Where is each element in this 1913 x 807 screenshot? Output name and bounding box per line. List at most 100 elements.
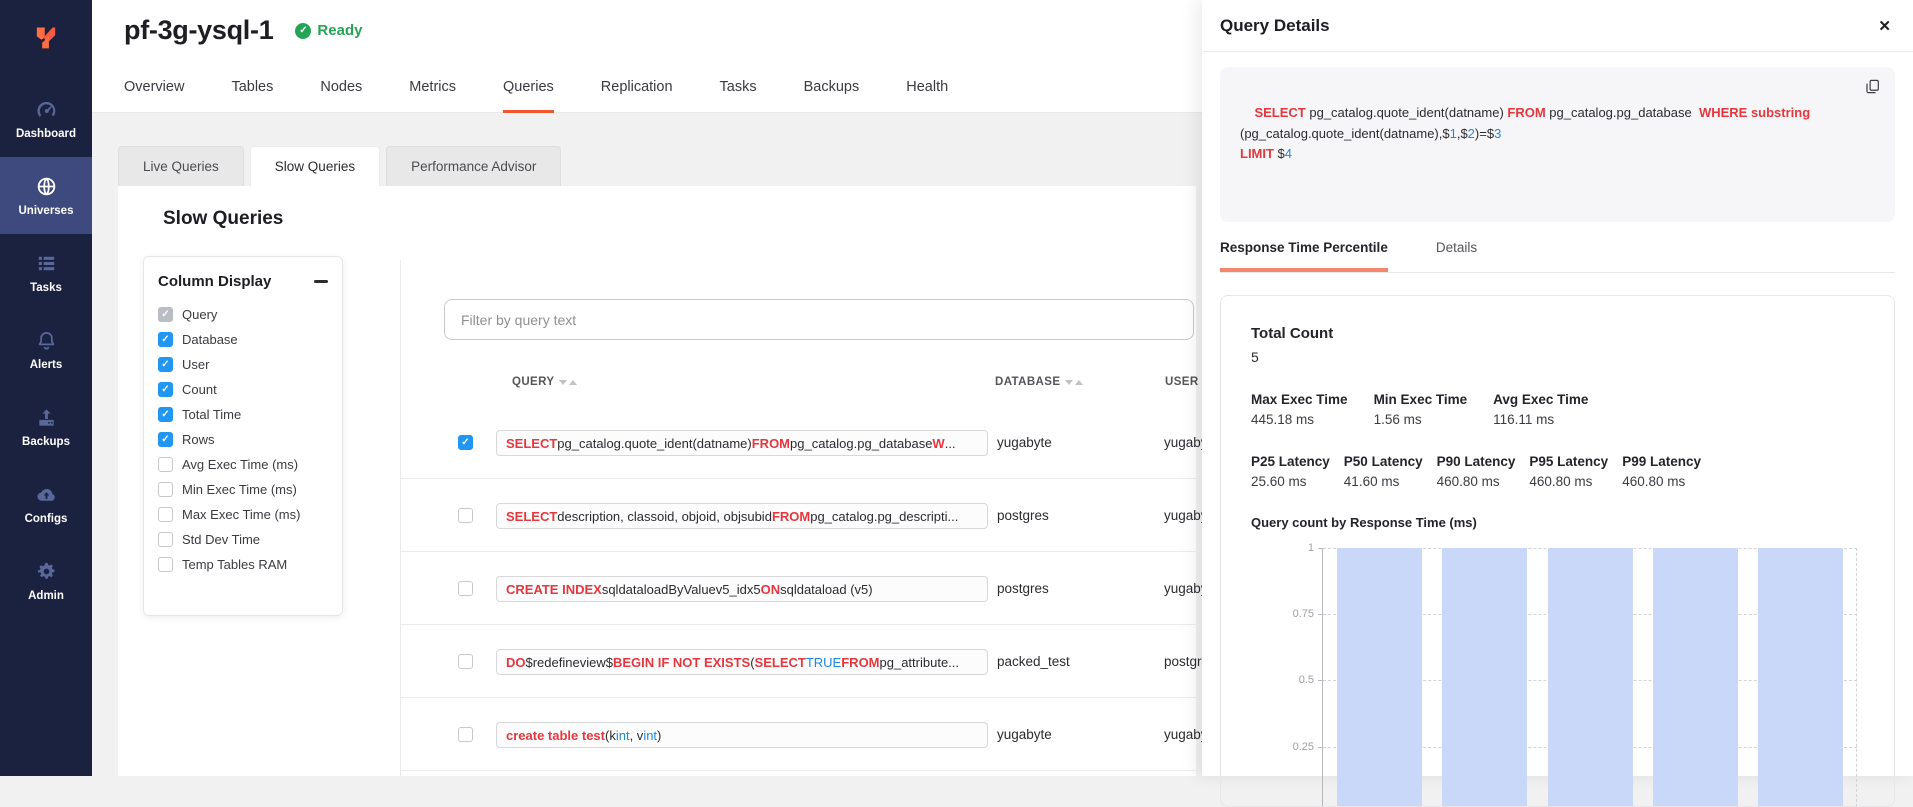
- tab-overview[interactable]: Overview: [124, 79, 184, 113]
- query-token: pg_catalog.pg_descripti...: [810, 509, 958, 524]
- column-option-label: Min Exec Time (ms): [182, 482, 297, 497]
- checkbox-icon[interactable]: [158, 557, 173, 572]
- checkbox-icon[interactable]: [158, 457, 173, 472]
- table-header: QUERY DATABASE USER: [118, 376, 1196, 396]
- column-option-temp-tables-ram[interactable]: Temp Tables RAM: [158, 552, 328, 577]
- backups-upload-icon: [35, 406, 58, 429]
- queries-sub-tabs: Live QueriesSlow QueriesPerformance Advi…: [118, 146, 567, 186]
- sidebar-item-label: Tasks: [30, 282, 62, 294]
- table-row[interactable]: SELECT description, classoid, objoid, ob…: [400, 479, 1196, 552]
- checkbox-icon[interactable]: [158, 507, 173, 522]
- latency-stats: P25 Latency25.60 msP50 Latency41.60 msP9…: [1251, 454, 1864, 489]
- sub-tab-performance-advisor[interactable]: Performance Advisor: [386, 146, 561, 186]
- row-checkbox[interactable]: [458, 435, 473, 450]
- tab-queries[interactable]: Queries: [503, 79, 554, 113]
- checkbox-icon[interactable]: [158, 307, 173, 322]
- query-text-pill[interactable]: create table test(k int, v int): [496, 722, 988, 748]
- checkbox-icon[interactable]: [158, 332, 173, 347]
- sql-token: 4: [1285, 146, 1292, 161]
- minus-icon[interactable]: [314, 280, 328, 283]
- column-option-avg-exec-time-ms[interactable]: Avg Exec Time (ms): [158, 452, 328, 477]
- query-token: FROM: [841, 655, 879, 670]
- column-option-rows[interactable]: Rows: [158, 427, 328, 452]
- query-text-pill[interactable]: SELECT description, classoid, objoid, ob…: [496, 503, 988, 529]
- tab-replication[interactable]: Replication: [601, 79, 673, 113]
- row-checkbox[interactable]: [458, 581, 473, 596]
- tab-nodes[interactable]: Nodes: [320, 79, 362, 113]
- sidebar-item-alerts[interactable]: Alerts: [0, 311, 92, 388]
- sql-token: LIMIT: [1240, 146, 1278, 161]
- checkbox-icon[interactable]: [158, 482, 173, 497]
- dashboard-gauge-icon: [35, 98, 58, 121]
- stat-label: P50 Latency: [1344, 454, 1423, 469]
- close-icon[interactable]: [1878, 17, 1891, 35]
- sub-tab-live-queries[interactable]: Live Queries: [118, 146, 244, 186]
- tab-tables[interactable]: Tables: [231, 79, 273, 113]
- column-option-total-time[interactable]: Total Time: [158, 402, 328, 427]
- query-text-pill[interactable]: SELECT pg_catalog.quote_ident(datname) F…: [496, 430, 988, 456]
- column-option-query[interactable]: Query: [158, 302, 328, 327]
- column-option-max-exec-time-ms[interactable]: Max Exec Time (ms): [158, 502, 328, 527]
- query-token: ON: [761, 582, 781, 597]
- details-tab-details[interactable]: Details: [1436, 240, 1477, 272]
- query-token: int: [643, 728, 657, 743]
- table-row[interactable]: create table test(k int, v int)yugabytey…: [400, 698, 1196, 771]
- row-checkbox[interactable]: [458, 508, 473, 523]
- row-checkbox[interactable]: [458, 727, 473, 742]
- sidebar-item-tasks[interactable]: Tasks: [0, 234, 92, 311]
- stat-label: P95 Latency: [1529, 454, 1608, 469]
- stat-label: P25 Latency: [1251, 454, 1330, 469]
- column-option-min-exec-time-ms[interactable]: Min Exec Time (ms): [158, 477, 328, 502]
- tab-backups[interactable]: Backups: [804, 79, 860, 113]
- sql-token: 2: [1468, 126, 1475, 141]
- table-row[interactable]: CREATE INDEX sqldataloadByValuev5_idx5 O…: [400, 552, 1196, 625]
- tab-health[interactable]: Health: [906, 79, 948, 113]
- percentile-card: Total Count 5 Max Exec Time445.18 msMin …: [1220, 295, 1895, 807]
- row-checkbox[interactable]: [458, 654, 473, 669]
- table-row[interactable]: DO $redefineview$ BEGIN IF NOT EXISTS (S…: [400, 625, 1196, 698]
- sidebar-item-universes[interactable]: Universes: [0, 157, 92, 234]
- column-options-list: QueryDatabaseUserCountTotal TimeRowsAvg …: [158, 302, 328, 577]
- sql-token: SELECT: [1254, 105, 1309, 120]
- column-header-database[interactable]: DATABASE: [995, 376, 1083, 388]
- stat-max-exec-time: Max Exec Time445.18 ms: [1251, 392, 1348, 427]
- query-token: SELECT: [506, 436, 557, 451]
- total-count-value: 5: [1251, 349, 1864, 365]
- query-text-pill[interactable]: CREATE INDEX sqldataloadByValuev5_idx5 O…: [496, 576, 988, 602]
- sidebar-item-label: Admin: [28, 590, 64, 602]
- checkbox-icon[interactable]: [158, 407, 173, 422]
- column-header-user[interactable]: USER: [1165, 376, 1199, 388]
- column-option-database[interactable]: Database: [158, 327, 328, 352]
- sidebar-item-label: Backups: [22, 436, 70, 448]
- yugabyte-logo[interactable]: [0, 0, 92, 80]
- column-option-label: Query: [182, 307, 217, 322]
- column-header-query[interactable]: QUERY: [512, 376, 577, 388]
- query-filter-input[interactable]: [444, 299, 1194, 340]
- column-option-user[interactable]: User: [158, 352, 328, 377]
- checkbox-icon[interactable]: [158, 357, 173, 372]
- y-tick-label: 0.75: [1293, 608, 1314, 620]
- sql-token: 1: [1450, 126, 1457, 141]
- tasks-list-icon: [35, 252, 58, 275]
- sidebar-item-configs[interactable]: Configs: [0, 465, 92, 542]
- copy-icon[interactable]: [1864, 78, 1881, 95]
- checkbox-icon[interactable]: [158, 532, 173, 547]
- tab-tasks[interactable]: Tasks: [720, 79, 757, 113]
- column-option-std-dev-time[interactable]: Std Dev Time: [158, 527, 328, 552]
- total-count-label: Total Count: [1251, 325, 1864, 342]
- sidebar-item-backups[interactable]: Backups: [0, 388, 92, 465]
- stat-p99-latency: P99 Latency460.80 ms: [1622, 454, 1701, 489]
- query-text-pill[interactable]: DO $redefineview$ BEGIN IF NOT EXISTS (S…: [496, 649, 988, 675]
- configs-cloud-icon: [35, 483, 58, 506]
- details-tab-response-time-percentile[interactable]: Response Time Percentile: [1220, 240, 1388, 272]
- sidebar-item-dashboard[interactable]: Dashboard: [0, 80, 92, 157]
- query-token: , v: [630, 728, 644, 743]
- tab-metrics[interactable]: Metrics: [409, 79, 456, 113]
- sidebar-item-admin[interactable]: Admin: [0, 542, 92, 619]
- sql-token: WHERE substring: [1699, 105, 1810, 120]
- sub-tab-slow-queries[interactable]: Slow Queries: [250, 146, 380, 186]
- query-token: sqldataload (v5): [780, 582, 873, 597]
- checkbox-icon[interactable]: [158, 432, 173, 447]
- table-row[interactable]: SELECT pg_catalog.quote_ident(datname) F…: [400, 406, 1196, 479]
- stat-value: 445.18 ms: [1251, 412, 1348, 427]
